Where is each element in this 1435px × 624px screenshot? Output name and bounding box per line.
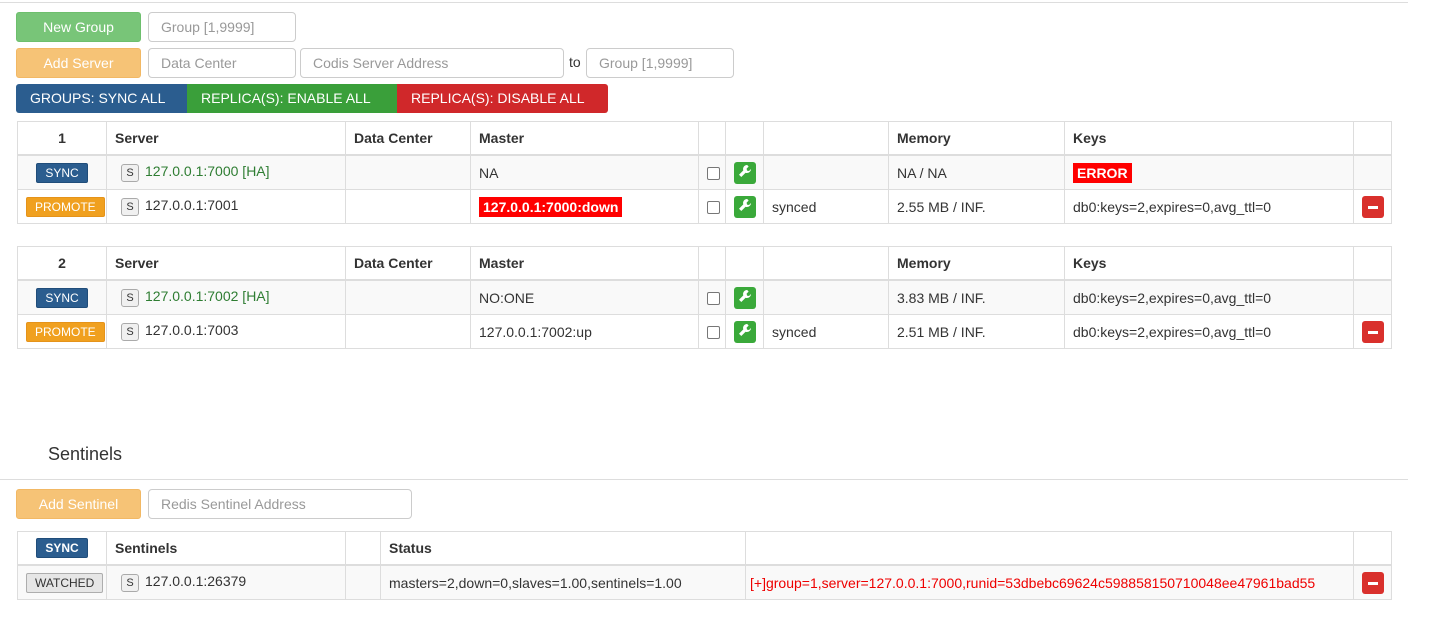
sync-button[interactable]: SYNC: [36, 162, 88, 183]
keys: db0:keys=2,expires=0,avg_ttl=0: [1064, 279, 1354, 315]
wrench-icon[interactable]: [733, 161, 756, 184]
memory: 2.51 MB / INF.: [888, 314, 1065, 349]
sync-status: synced: [763, 189, 889, 224]
table-row: WATCHED S 127.0.0.1:26379 masters=2,down=…: [17, 564, 1392, 600]
to-label: to: [569, 54, 581, 70]
groups-sync-all-button[interactable]: GROUPS: SYNC ALL: [16, 84, 187, 113]
col-keys: Keys: [1064, 121, 1354, 156]
sentinel-address: 127.0.0.1:26379: [145, 573, 247, 589]
col-master: Master: [470, 246, 699, 281]
sync-status: [763, 279, 889, 315]
sentinels-table: SYNC Sentinels Status WATCHED S 127.0.0.1…: [17, 531, 1392, 600]
sentinel-detail: [+]group=1,server=127.0.0.1:7000,runid=5…: [745, 564, 1354, 600]
remove-server-icon[interactable]: [1361, 320, 1384, 343]
replica-enable-all-button[interactable]: REPLICA(S): ENABLE ALL: [187, 84, 397, 113]
server-address: 127.0.0.1:7000 [HA]: [145, 163, 270, 179]
table-row: SYNC S 127.0.0.1:7000 [HA] NA NA / NA ERR…: [17, 154, 1392, 190]
sentinel-sync-button[interactable]: SYNC: [36, 538, 88, 558]
keys: db0:keys=2,expires=0,avg_ttl=0: [1064, 314, 1354, 349]
master: NA: [470, 154, 699, 190]
sentinel-address-input[interactable]: [148, 489, 412, 519]
remove-sentinel-icon[interactable]: [1361, 571, 1384, 594]
add-server-button[interactable]: Add Server: [16, 48, 141, 78]
replica-disable-all-button[interactable]: REPLICA(S): DISABLE ALL: [397, 84, 608, 113]
data-center: [345, 154, 471, 190]
server-address: 127.0.0.1:7003: [145, 322, 239, 338]
promote-button[interactable]: PROMOTE: [26, 321, 105, 342]
target-group-input[interactable]: [586, 48, 734, 78]
col-keys: Keys: [1064, 246, 1354, 281]
memory: 2.55 MB / INF.: [888, 189, 1065, 224]
col-data-center: Data Center: [345, 246, 471, 281]
data-center: [345, 279, 471, 315]
server-address: 127.0.0.1:7002 [HA]: [145, 288, 270, 304]
keys: db0:keys=2,expires=0,avg_ttl=0: [1064, 189, 1354, 224]
wrench-icon[interactable]: [733, 320, 756, 343]
sentinels-divider: [0, 479, 1408, 480]
master-down-badge: 127.0.0.1:7000:down: [479, 196, 623, 217]
master: 127.0.0.1:7002:up: [470, 314, 699, 349]
col-data-center: Data Center: [345, 121, 471, 156]
col-sentinels: Sentinels: [106, 531, 346, 566]
server-address-input[interactable]: [300, 48, 564, 78]
server-s-button[interactable]: S: [121, 289, 139, 307]
group-id: 1: [17, 121, 107, 156]
server-s-button[interactable]: S: [121, 164, 139, 182]
data-center: [345, 314, 471, 349]
add-sentinel-button[interactable]: Add Sentinel: [16, 489, 141, 519]
data-center-input[interactable]: [148, 48, 296, 78]
table-row: SYNC S 127.0.0.1:7002 [HA] NO:ONE 3.83 MB…: [17, 279, 1392, 315]
sentinels-title: Sentinels: [48, 444, 123, 464]
master: NO:ONE: [470, 279, 699, 315]
table-row: PROMOTE S 127.0.0.1:7001 127.0.0.1:7000:d…: [17, 189, 1392, 224]
promote-button[interactable]: PROMOTE: [26, 196, 105, 217]
group-2-table: 2 Server Data Center Master Memory Keys …: [17, 246, 1392, 349]
keys-error-badge: ERROR: [1073, 162, 1132, 183]
col-server: Server: [106, 121, 346, 156]
wrench-icon[interactable]: [733, 286, 756, 309]
server-s-button[interactable]: S: [121, 323, 139, 341]
replica-checkbox[interactable]: [707, 292, 720, 306]
col-status: Status: [380, 531, 746, 566]
sync-status: synced: [763, 314, 889, 349]
col-server: Server: [106, 246, 346, 281]
replica-checkbox[interactable]: [707, 167, 720, 181]
sync-status: [763, 154, 889, 190]
col-master: Master: [470, 121, 699, 156]
data-center: [345, 189, 471, 224]
replica-checkbox[interactable]: [707, 201, 720, 215]
replica-checkbox[interactable]: [707, 326, 720, 340]
server-address: 127.0.0.1:7001: [145, 197, 239, 213]
group-id-input[interactable]: [148, 12, 296, 42]
server-s-button[interactable]: S: [121, 198, 139, 216]
top-divider: [0, 2, 1408, 3]
sentinel-status: masters=2,down=0,slaves=1.00,sentinels=1…: [380, 564, 746, 600]
memory: NA / NA: [888, 154, 1065, 190]
col-memory: Memory: [888, 246, 1065, 281]
sentinel-s-button[interactable]: S: [121, 574, 139, 592]
col-memory: Memory: [888, 121, 1065, 156]
new-group-button[interactable]: New Group: [16, 12, 141, 42]
table-row: PROMOTE S 127.0.0.1:7003 127.0.0.1:7002:u…: [17, 314, 1392, 349]
wrench-icon[interactable]: [733, 195, 756, 218]
memory: 3.83 MB / INF.: [888, 279, 1065, 315]
sync-button[interactable]: SYNC: [36, 287, 88, 308]
watched-button[interactable]: WATCHED: [26, 572, 104, 593]
group-id: 2: [17, 246, 107, 281]
group-1-table: 1 Server Data Center Master Memory Keys …: [17, 121, 1392, 224]
remove-server-icon[interactable]: [1361, 195, 1384, 218]
